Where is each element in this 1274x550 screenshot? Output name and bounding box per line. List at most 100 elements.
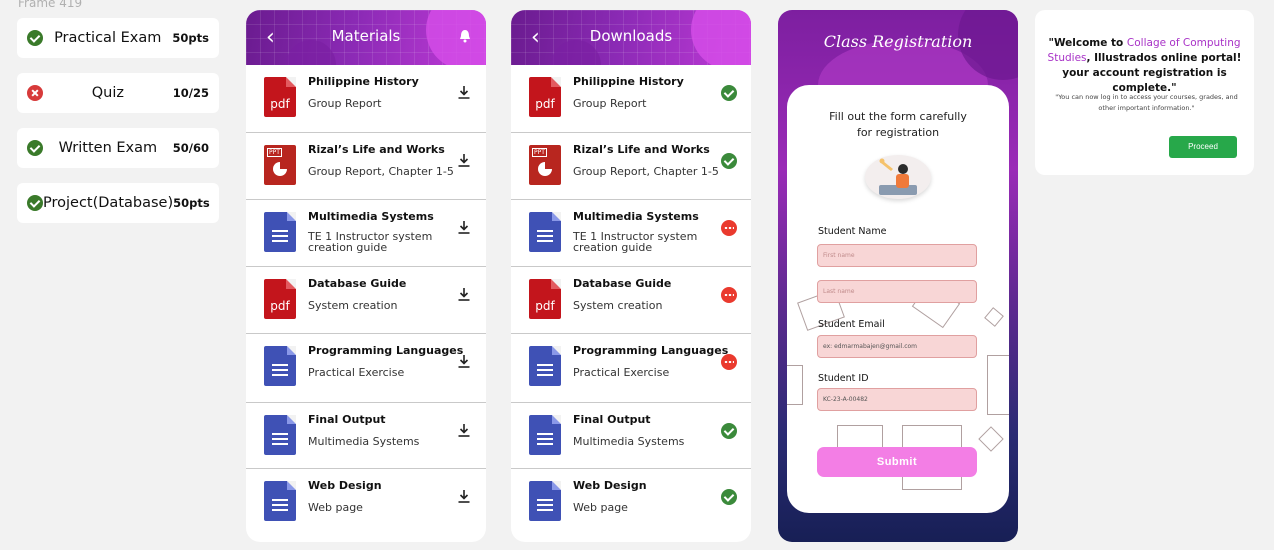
grade-score: 50pts bbox=[173, 196, 210, 210]
item-title: Philippine History bbox=[573, 75, 684, 88]
list-item[interactable]: Multimedia Systems TE 1 Instructor system… bbox=[246, 199, 486, 266]
item-title: Database Guide bbox=[573, 277, 672, 290]
sketch-decoration bbox=[984, 307, 1004, 327]
materials-title: Materials bbox=[331, 27, 401, 45]
list-item[interactable]: pdf Philippine History Group Report bbox=[246, 65, 486, 132]
item-title: Rizal’s Life and Works bbox=[308, 143, 445, 156]
welcome-card: "Welcome to Collage of Computing Studies… bbox=[1035, 10, 1254, 175]
proceed-button[interactable]: Proceed bbox=[1169, 136, 1237, 158]
download-icon[interactable] bbox=[456, 286, 472, 302]
grade-score: 50pts bbox=[172, 31, 209, 45]
download-failed-icon[interactable] bbox=[721, 287, 737, 303]
grade-name: Written Exam bbox=[58, 140, 158, 156]
item-subtitle: Practical Exercise bbox=[308, 366, 405, 379]
grade-name: Quiz bbox=[91, 85, 125, 101]
item-title: Final Output bbox=[308, 413, 386, 426]
registration-form: Fill out the form carefully for registra… bbox=[787, 85, 1009, 513]
downloads-title: Downloads bbox=[589, 27, 673, 45]
download-icon[interactable] bbox=[456, 488, 472, 504]
item-title: Programming Languages bbox=[308, 344, 464, 357]
doc-icon bbox=[529, 415, 561, 455]
item-title: Rizal’s Life and Works bbox=[573, 143, 710, 156]
grade-card[interactable]: Written Exam 50/60 bbox=[17, 128, 219, 168]
download-complete-icon[interactable] bbox=[721, 489, 737, 505]
first-name-input[interactable]: First name bbox=[817, 244, 977, 267]
item-title: Database Guide bbox=[308, 277, 407, 290]
sketch-decoration bbox=[987, 355, 1009, 415]
list-item[interactable]: pdf Database Guide System creation bbox=[511, 266, 751, 333]
materials-header: ‹ Materials bbox=[246, 10, 486, 65]
item-subtitle: Group Report bbox=[308, 97, 382, 110]
download-icon[interactable] bbox=[456, 219, 472, 235]
submit-button[interactable]: Submit bbox=[817, 447, 977, 477]
list-item[interactable]: Multimedia Systems TE 1 Instructor system… bbox=[511, 199, 751, 266]
student-email-label: Student Email bbox=[818, 319, 885, 330]
list-item[interactable]: pdf Philippine History Group Report bbox=[511, 65, 751, 132]
item-title: Multimedia Systems bbox=[308, 210, 434, 223]
doc-icon bbox=[529, 212, 561, 252]
download-icon[interactable] bbox=[456, 84, 472, 100]
doc-icon bbox=[529, 346, 561, 386]
item-subtitle: System creation bbox=[573, 299, 663, 312]
list-item[interactable]: Rizal’s Life and Works Group Report, Chap… bbox=[246, 132, 486, 199]
student-id-input[interactable]: KC-23-A-00482 bbox=[817, 388, 977, 411]
download-complete-icon[interactable] bbox=[721, 153, 737, 169]
grade-score: 50/60 bbox=[172, 141, 209, 155]
list-item[interactable]: Programming Languages Practical Exercise bbox=[246, 333, 486, 402]
list-item[interactable]: Programming Languages Practical Exercise bbox=[511, 333, 751, 402]
frame-label: Frame 419 bbox=[18, 0, 83, 10]
grade-card[interactable]: Quiz 10/25 bbox=[17, 73, 219, 113]
item-subtitle: Web page bbox=[573, 501, 628, 514]
item-title: Programming Languages bbox=[573, 344, 729, 357]
item-title: Final Output bbox=[573, 413, 651, 426]
list-item[interactable]: pdf Database Guide System creation bbox=[246, 266, 486, 333]
download-icon[interactable] bbox=[456, 353, 472, 369]
ppt-icon bbox=[529, 145, 561, 185]
pdf-icon: pdf bbox=[529, 77, 561, 117]
list-item[interactable]: Web Design Web page bbox=[511, 468, 751, 542]
download-complete-icon[interactable] bbox=[721, 423, 737, 439]
list-item[interactable]: Web Design Web page bbox=[246, 468, 486, 542]
download-icon[interactable] bbox=[456, 422, 472, 438]
welcome-note: "You can now log in to access your cours… bbox=[1055, 93, 1238, 112]
welcome-message: "Welcome to Collage of Computing Studies… bbox=[1047, 37, 1242, 94]
sketch-decoration bbox=[978, 426, 1004, 452]
registration-screen: Class Registration Fill out the form car… bbox=[778, 10, 1018, 542]
item-title: Web Design bbox=[573, 479, 647, 492]
item-title: Web Design bbox=[308, 479, 382, 492]
doc-icon bbox=[264, 346, 296, 386]
list-item[interactable]: Rizal’s Life and Works Group Report, Chap… bbox=[511, 132, 751, 199]
downloads-header: ‹ Downloads bbox=[511, 10, 751, 65]
sketch-decoration bbox=[787, 365, 803, 405]
item-subtitle: Group Report, Chapter 1-5 bbox=[308, 165, 454, 178]
item-title: Multimedia Systems bbox=[573, 210, 699, 223]
student-email-input[interactable]: ex: edmarmabajen@gmail.com bbox=[817, 335, 977, 358]
item-subtitle: Practical Exercise bbox=[573, 366, 670, 379]
item-subtitle: Group Report bbox=[573, 97, 647, 110]
pdf-icon: pdf bbox=[264, 279, 296, 319]
check-circle-icon bbox=[27, 30, 43, 46]
last-name-input[interactable]: Last name bbox=[817, 280, 977, 303]
download-complete-icon[interactable] bbox=[721, 85, 737, 101]
list-item[interactable]: Final Output Multimedia Systems bbox=[511, 402, 751, 468]
item-subtitle: TE 1 Instructor system creation guide bbox=[573, 230, 698, 254]
list-item[interactable]: Final Output Multimedia Systems bbox=[246, 402, 486, 468]
registration-intro: Fill out the form carefully for registra… bbox=[829, 110, 967, 139]
item-subtitle: System creation bbox=[308, 299, 398, 312]
download-failed-icon[interactable] bbox=[721, 354, 737, 370]
download-icon[interactable] bbox=[456, 152, 472, 168]
item-subtitle: Web page bbox=[308, 501, 363, 514]
error-circle-icon bbox=[27, 85, 43, 101]
doc-icon bbox=[264, 212, 296, 252]
bell-icon[interactable] bbox=[458, 29, 472, 43]
grade-score: 10/25 bbox=[172, 86, 209, 100]
download-failed-icon[interactable] bbox=[721, 220, 737, 236]
grade-card[interactable]: Project(Database) 50pts bbox=[17, 183, 219, 223]
doc-icon bbox=[264, 481, 296, 521]
pdf-icon: pdf bbox=[264, 77, 296, 117]
avatar bbox=[865, 155, 931, 199]
student-name-label: Student Name bbox=[818, 226, 887, 237]
ppt-icon bbox=[264, 145, 296, 185]
grade-card[interactable]: Practical Exam 50pts bbox=[17, 18, 219, 58]
pdf-icon: pdf bbox=[529, 279, 561, 319]
